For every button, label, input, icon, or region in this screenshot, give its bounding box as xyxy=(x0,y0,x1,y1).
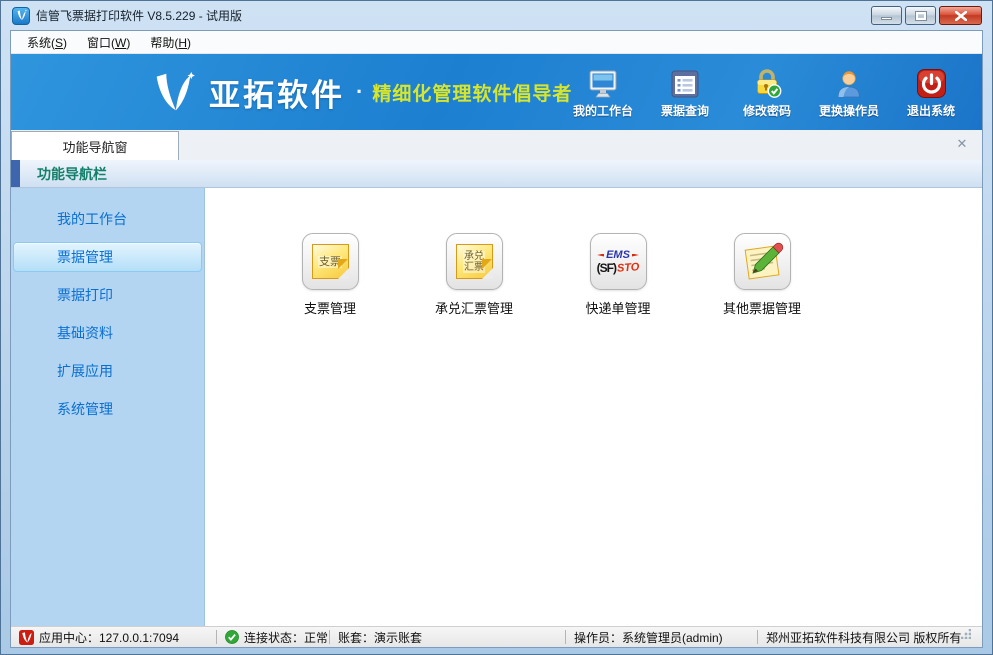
toolbar-bill-query[interactable]: 票据查询 xyxy=(644,63,726,119)
toolbar-my-workbench[interactable]: 我的工作台 xyxy=(562,63,644,119)
sidebar-item-extended-apps[interactable]: 扩展应用 xyxy=(13,356,202,386)
tab-strip: 功能导航窗 ✕ xyxy=(11,130,982,160)
check-note-icon: 支票 xyxy=(302,233,359,290)
brand-name: 亚拓软件 xyxy=(209,70,345,115)
app-window: 信管飞票据打印软件 V8.5.229 - 试用版 系统(S) 窗口(W) 帮助(… xyxy=(0,0,993,655)
close-button[interactable] xyxy=(939,6,982,25)
sidebar-item-basic-data[interactable]: 基础资料 xyxy=(13,318,202,348)
monitor-icon xyxy=(587,63,619,99)
title-bar[interactable]: 信管飞票据打印软件 V8.5.229 - 试用版 xyxy=(1,1,992,30)
sidebar-item-bill-management[interactable]: 票据管理 xyxy=(13,242,202,272)
tab-function-nav[interactable]: 功能导航窗 xyxy=(11,131,179,160)
app-label: 其他票据管理 xyxy=(723,298,801,317)
sidebar-item-bill-printing[interactable]: 票据打印 xyxy=(13,280,202,310)
user-icon xyxy=(834,63,864,99)
tab-close-icon[interactable]: ✕ xyxy=(955,137,969,151)
app-label: 快递单管理 xyxy=(585,298,650,317)
app-center-logo-icon xyxy=(19,630,34,645)
app-other-bill-management[interactable]: 其他票据管理 xyxy=(690,233,834,317)
client-area: 系统(S) 窗口(W) 帮助(H) 亚拓软件 · 精细化管理软件倡导者 xyxy=(10,30,983,648)
brand-header: 亚拓软件 · 精细化管理软件倡导者 我的工作台 xyxy=(11,54,982,130)
toolbar-change-password[interactable]: 修改密码 xyxy=(726,63,808,119)
brand-separator: · xyxy=(356,79,363,105)
content-area: 我的工作台 票据管理 票据打印 基础资料 扩展应用 系统管理 支票 支票管理 xyxy=(11,188,982,626)
power-icon xyxy=(916,63,947,99)
brand-slogan: 精细化管理软件倡导者 xyxy=(372,79,572,106)
window-controls xyxy=(871,6,982,25)
acceptance-note-icon: 承兑汇票 xyxy=(446,233,503,290)
nav-panel-header: 功能导航栏 xyxy=(11,160,982,188)
status-app-center: 应用中心：127.0.0.1:7094 xyxy=(11,627,216,647)
toolbar-label: 我的工作台 xyxy=(573,102,633,119)
nav-panel-title: 功能导航栏 xyxy=(37,164,107,184)
toolbar-label: 修改密码 xyxy=(743,102,791,119)
sidebar-item-system-management[interactable]: 系统管理 xyxy=(13,394,202,424)
app-label: 承兑汇票管理 xyxy=(435,298,513,317)
menu-bar: 系统(S) 窗口(W) 帮助(H) xyxy=(11,31,982,54)
minimize-button[interactable] xyxy=(871,6,902,25)
header-toolbar: 我的工作台 票据查询 xyxy=(562,63,972,119)
status-connection: 连接状态：正常 xyxy=(217,627,329,647)
menu-system[interactable]: 系统(S) xyxy=(17,31,77,54)
main-panel: 支票 支票管理 承兑汇票 承兑汇票管理 xyxy=(205,188,982,626)
brand-logo-icon xyxy=(149,68,197,116)
app-logo-icon xyxy=(12,7,30,25)
maximize-button[interactable] xyxy=(905,6,936,25)
sidebar: 我的工作台 票据管理 票据打印 基础资料 扩展应用 系统管理 xyxy=(11,188,205,626)
toolbar-label: 票据查询 xyxy=(661,102,709,119)
toolbar-label: 退出系统 xyxy=(907,102,955,119)
express-logos-icon: EMS (SF) STO xyxy=(590,233,647,290)
list-icon xyxy=(670,63,700,99)
app-label: 支票管理 xyxy=(304,298,356,317)
status-bar: 应用中心：127.0.0.1:7094 连接状态：正常 账套：演示账套 操作员：… xyxy=(11,626,982,647)
brand: 亚拓软件 · 精细化管理软件倡导者 xyxy=(149,68,572,116)
connection-ok-icon xyxy=(225,630,239,644)
pencil-note-icon xyxy=(734,233,791,290)
tab-label: 功能导航窗 xyxy=(62,137,127,156)
status-operator: 操作员：系统管理员(admin) xyxy=(566,627,757,647)
status-copyright: 郑州亚拓软件科技有限公司 版权所有 xyxy=(758,627,982,647)
menu-help[interactable]: 帮助(H) xyxy=(140,31,201,54)
nav-accent-bar xyxy=(11,160,20,187)
lock-check-icon xyxy=(751,63,783,99)
window-title: 信管飞票据打印软件 V8.5.229 - 试用版 xyxy=(36,7,242,24)
sidebar-item-my-workbench[interactable]: 我的工作台 xyxy=(13,204,202,234)
maximize-icon xyxy=(916,12,926,20)
close-icon xyxy=(955,11,967,21)
resize-grip[interactable] xyxy=(961,629,971,639)
menu-window[interactable]: 窗口(W) xyxy=(77,31,140,54)
app-express-waybill-management[interactable]: EMS (SF) STO 快递单管理 xyxy=(546,233,690,317)
toolbar-label: 更换操作员 xyxy=(819,102,879,119)
toolbar-switch-operator[interactable]: 更换操作员 xyxy=(808,63,890,119)
app-acceptance-bill-management[interactable]: 承兑汇票 承兑汇票管理 xyxy=(402,233,546,317)
app-check-management[interactable]: 支票 支票管理 xyxy=(258,233,402,317)
minimize-icon xyxy=(881,17,892,20)
status-account: 账套：演示账套 xyxy=(330,627,565,647)
toolbar-exit-system[interactable]: 退出系统 xyxy=(890,63,972,119)
